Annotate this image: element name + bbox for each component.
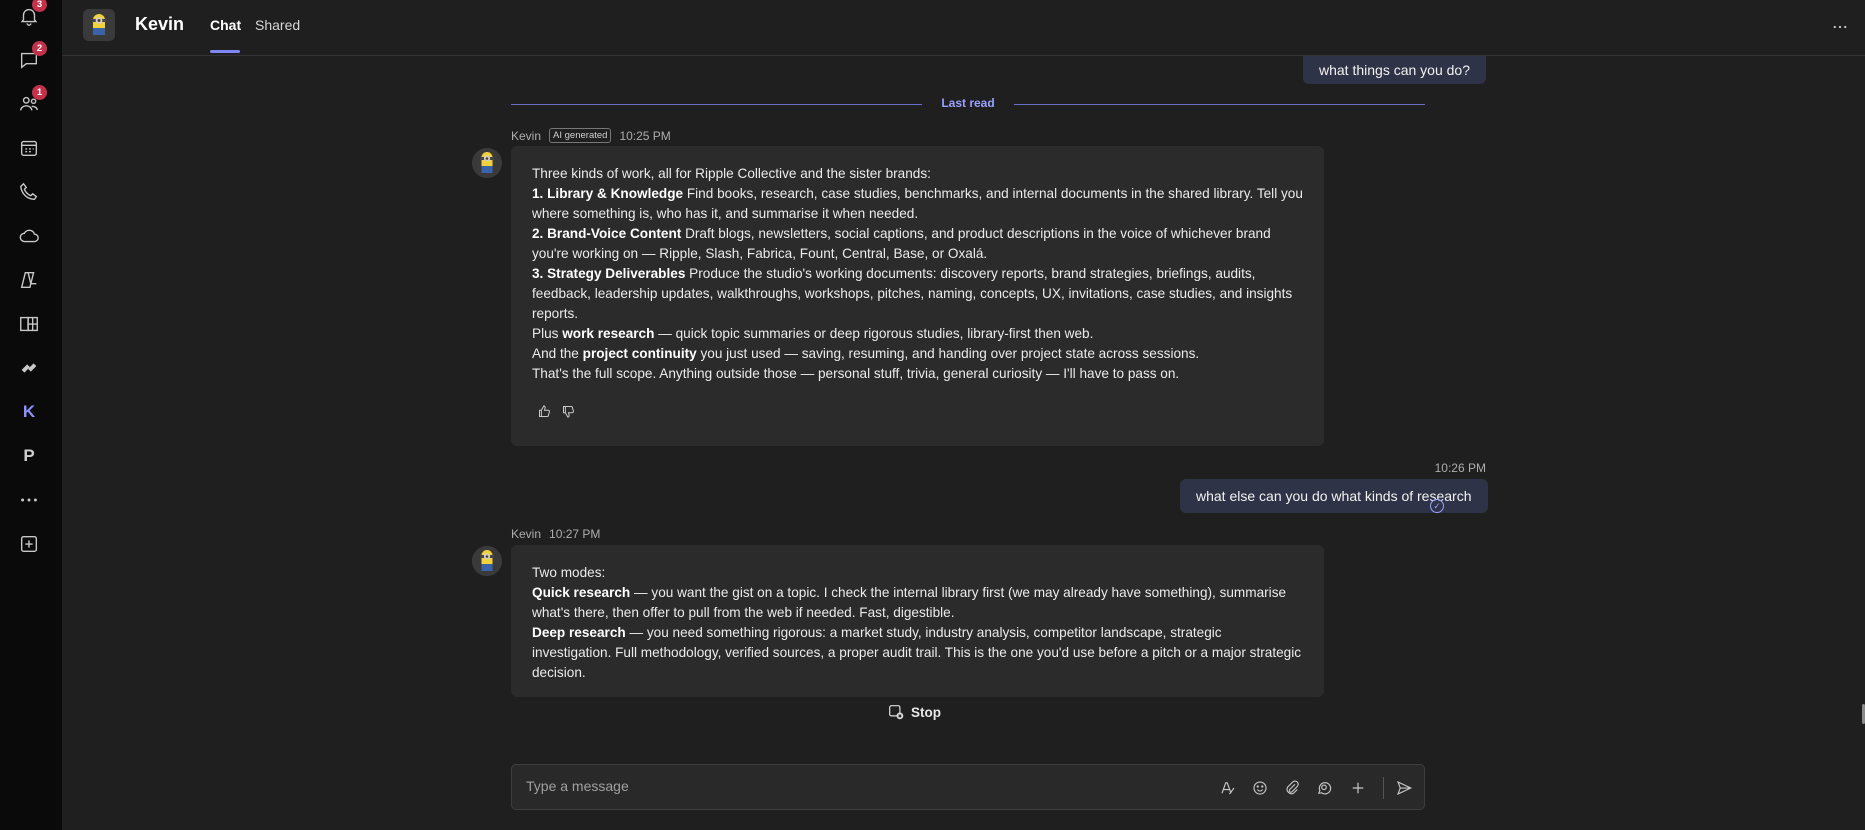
message-line: Two modes: — [532, 565, 606, 580]
thumbs-up-button[interactable] — [537, 404, 552, 425]
message-line: 2. Brand-Voice Content Draft blogs, news… — [532, 224, 1304, 264]
sender-name: Kevin — [511, 527, 542, 541]
tab-chat[interactable]: Chat — [210, 17, 241, 33]
phone-icon — [20, 182, 38, 201]
message-text: Plus — [532, 326, 563, 341]
message-bold: project continuity — [582, 346, 697, 361]
message-bold: Deep research — [532, 625, 626, 640]
p-app-button[interactable]: P — [13, 440, 45, 472]
add-app-icon — [20, 535, 38, 553]
message-text: — you want the gist on a topic. I check … — [532, 585, 1287, 620]
more-apps-button[interactable] — [13, 484, 45, 516]
chat-button[interactable]: 2 — [13, 41, 47, 76]
add-app-button[interactable] — [13, 528, 45, 560]
message-composer — [511, 764, 1425, 810]
message-bold: work research — [562, 326, 655, 341]
message-bold: 2. Brand-Voice Content — [532, 226, 682, 241]
message-bold: Quick research — [532, 585, 631, 600]
emoji-icon — [1253, 781, 1267, 795]
onedrive-button[interactable] — [13, 220, 45, 252]
tab-shared[interactable]: Shared — [255, 17, 300, 33]
more-icon — [1833, 25, 1847, 29]
copilot-icon — [20, 271, 37, 289]
bot-message: Two modes: Quick research — you want the… — [511, 545, 1324, 697]
teams-button[interactable]: 1 — [13, 85, 47, 120]
avatar[interactable] — [83, 9, 115, 41]
thumbs-down-icon — [563, 406, 575, 418]
calendar-button[interactable] — [13, 132, 45, 164]
conversation-pane: what things can you do? Last read Kevin … — [62, 56, 1865, 830]
message-line: Three kinds of work, all for Ripple Coll… — [532, 166, 931, 181]
attach-button[interactable] — [1280, 776, 1304, 800]
message-bold: 3. Strategy Deliverables — [532, 266, 686, 281]
message-text: — quick topic summaries or deep rigorous… — [654, 326, 1094, 341]
message-text: you just used — saving, resuming, and ha… — [696, 346, 1200, 361]
add-button[interactable] — [1346, 776, 1370, 800]
minion-avatar-icon — [472, 148, 502, 178]
composer-divider — [1383, 777, 1384, 799]
bot-message: Three kinds of work, all for Ripple Coll… — [511, 146, 1324, 446]
teams-badge: 1 — [32, 85, 47, 100]
kevin-app-button[interactable]: K — [13, 396, 45, 428]
message-input[interactable] — [526, 778, 1226, 794]
more-apps-icon — [21, 498, 37, 502]
chat-badge: 2 — [32, 41, 47, 56]
message-text: — you need something rigorous: a market … — [532, 625, 1302, 680]
message-line: And the project continuity you just used… — [532, 344, 1304, 364]
user-message: what things can you do? — [1303, 56, 1486, 84]
paperclip-icon — [1286, 780, 1299, 795]
more-options-button[interactable] — [1827, 14, 1853, 40]
minion-avatar-icon — [83, 9, 115, 41]
stop-button[interactable]: Stop — [888, 704, 941, 721]
stop-icon — [889, 705, 904, 720]
loop-icon — [1317, 782, 1332, 795]
message-line: Plus work research — quick topic summari… — [532, 324, 1304, 344]
chat-header: Kevin Chat Shared — [62, 0, 1865, 56]
cloud-icon — [19, 229, 39, 243]
calendar-icon — [20, 140, 38, 157]
calls-button[interactable] — [13, 176, 45, 208]
minion-avatar-icon — [472, 546, 502, 576]
user-message-text: what things can you do? — [1319, 62, 1470, 78]
message-line: Deep research — you need something rigor… — [532, 623, 1304, 683]
copilot-button[interactable] — [13, 264, 45, 296]
message-bold: 1. Library & Knowledge — [532, 186, 684, 201]
grid-app-icon — [20, 316, 38, 332]
plus-icon — [1352, 782, 1364, 794]
thumbs-down-button[interactable] — [561, 404, 576, 425]
chat-title: Kevin — [135, 14, 185, 34]
message-time: 10:26 PM — [1434, 461, 1486, 475]
last-read-divider: Last read — [511, 96, 1425, 112]
app-rail: 3 2 1 K P — [0, 0, 62, 830]
bot-avatar[interactable] — [472, 148, 502, 178]
emoji-button[interactable] — [1248, 776, 1272, 800]
planner-button[interactable] — [13, 308, 45, 340]
message-line: That's the full scope. Anything outside … — [532, 366, 1180, 381]
format-icon — [1221, 782, 1235, 795]
tab-active-indicator — [210, 50, 240, 53]
send-button[interactable] — [1392, 776, 1416, 800]
message-time: 10:27 PM — [549, 527, 601, 541]
activity-button[interactable]: 3 — [13, 0, 47, 32]
stop-label: Stop — [911, 705, 941, 720]
message-line: 1. Library & Knowledge Find books, resea… — [532, 184, 1304, 224]
message-time: 10:25 PM — [619, 128, 671, 143]
seen-icon: ✓ — [1430, 499, 1444, 513]
message-text: And the — [532, 346, 583, 361]
message-line: Quick research — you want the gist on a … — [532, 583, 1304, 623]
workflow-icon — [21, 363, 37, 373]
thumbs-up-icon — [539, 405, 551, 417]
loop-button[interactable] — [1312, 776, 1336, 800]
sender-name: Kevin — [511, 128, 542, 143]
workflow-app-button[interactable] — [13, 352, 45, 384]
activity-badge: 3 — [32, 0, 47, 12]
format-button[interactable] — [1216, 776, 1240, 800]
message-line: 3. Strategy Deliverables Produce the stu… — [532, 264, 1304, 324]
bot-avatar[interactable] — [472, 546, 502, 576]
message-header: Kevin AI generated 10:25 PM — [511, 128, 671, 143]
ai-generated-tag: AI generated — [549, 128, 612, 143]
message-header: Kevin 10:27 PM — [511, 527, 600, 541]
last-read-label: Last read — [941, 96, 995, 110]
send-icon — [1396, 780, 1413, 796]
